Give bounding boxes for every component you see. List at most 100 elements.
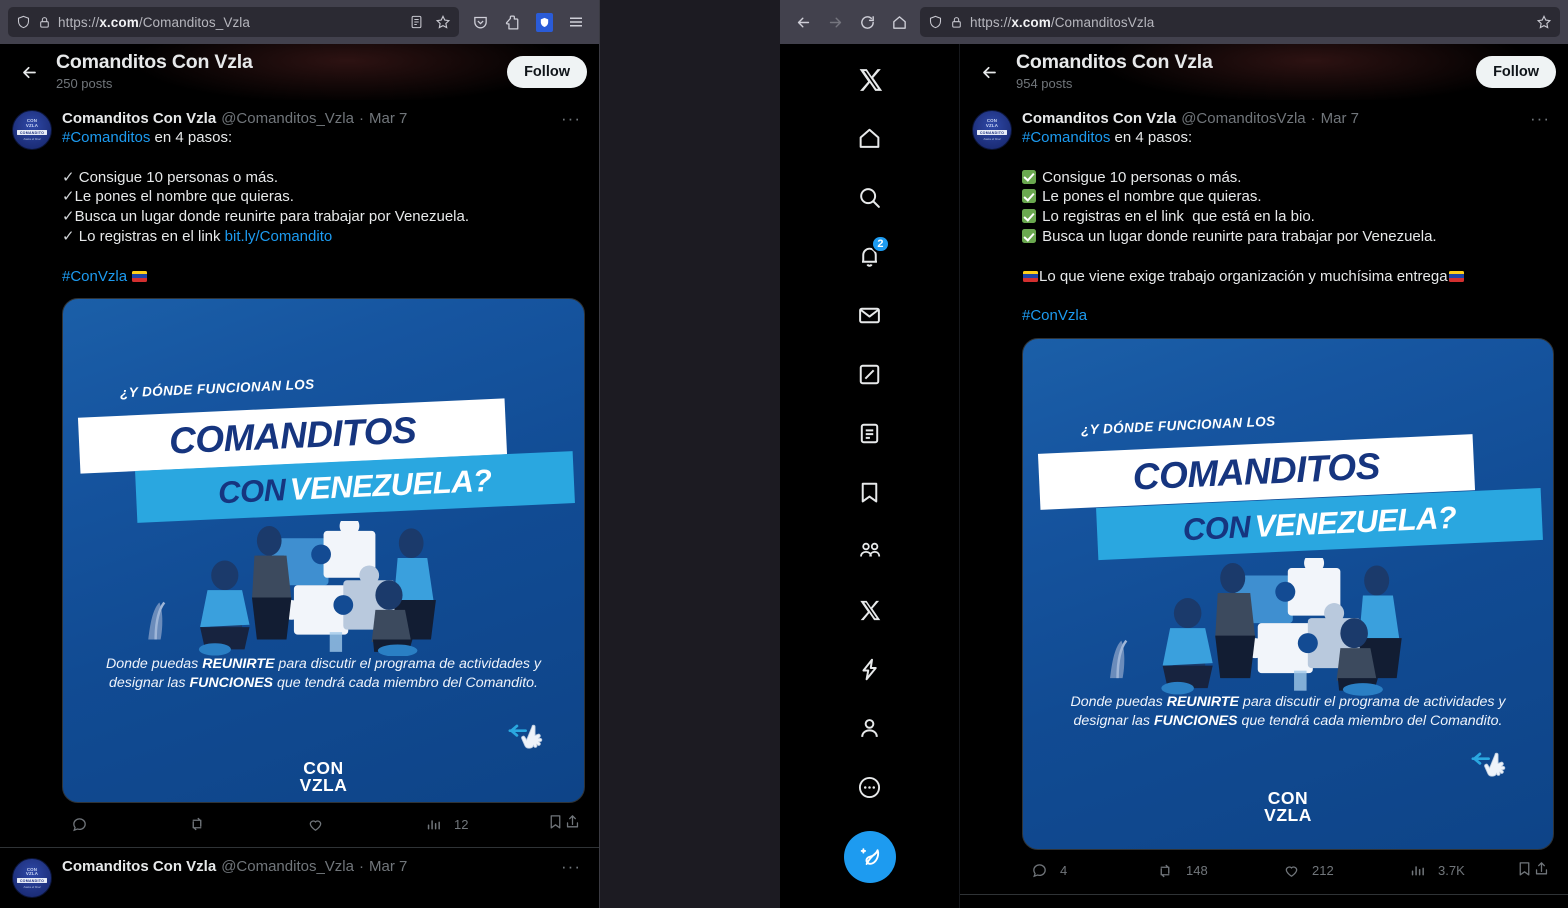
tweet-author-name[interactable]: Comanditos Con Vzla: [62, 110, 216, 127]
repost-action[interactable]: [182, 809, 300, 839]
repost-action[interactable]: 148: [1150, 856, 1276, 886]
poster-blurb-1: Donde puedas: [105, 656, 203, 673]
views-chart-icon[interactable]: [418, 809, 448, 839]
tweet-author-name[interactable]: Comanditos Con Vzla: [1022, 110, 1176, 127]
bookmark-icon[interactable]: [1516, 860, 1533, 882]
shield-icon[interactable]: [928, 14, 943, 30]
left-url-text[interactable]: https://x.com/Comanditos_Vzla: [58, 15, 402, 30]
hashtag-comanditos[interactable]: #Comanditos: [1022, 129, 1110, 146]
sidebar-item-profile[interactable]: [846, 705, 894, 753]
back-arrow-icon[interactable]: [12, 55, 46, 89]
right-url-bar[interactable]: https://x.com/ComanditosVzla: [920, 7, 1560, 37]
like-heart-icon[interactable]: [300, 809, 330, 839]
tweet-step-3: Busca un lugar donde reunirte para traba…: [74, 208, 470, 226]
poster-graphic: ¿Y DÓNDE FUNCIONAN LOS COMANDITOS CON VE…: [1023, 339, 1553, 849]
tweet-text: #Comanditos en 4 pasos: Consigue 10 pers…: [1022, 128, 1554, 326]
back-arrow-icon[interactable]: [788, 7, 818, 37]
sidebar-item-x-logo[interactable]: [846, 56, 894, 104]
repost-icon[interactable]: [1150, 856, 1180, 886]
sidebar-item-messages[interactable]: [846, 292, 894, 340]
green-check-icon: [1022, 228, 1036, 243]
tweet-author-name[interactable]: Comanditos Con Vzla: [62, 858, 216, 875]
tweet-article[interactable]: CON VZLA COMANDITO hasta el final Comandi…: [0, 100, 599, 849]
like-action[interactable]: 212: [1276, 856, 1402, 886]
more-options-icon[interactable]: ···: [557, 110, 585, 127]
views-action[interactable]: 3.7K: [1402, 856, 1516, 886]
lock-icon[interactable]: [38, 15, 51, 30]
lock-icon[interactable]: [950, 15, 963, 30]
tweet-date[interactable]: Mar 7: [1321, 110, 1359, 127]
extensions-icon[interactable]: [497, 7, 527, 37]
tweet-author-handle[interactable]: @Comanditos_Vzla: [221, 110, 354, 127]
share-icon[interactable]: [1533, 860, 1550, 882]
tweet-article[interactable]: CON VZLA COMANDITO hasta el final Comandi…: [960, 100, 1568, 895]
tweet-media-image[interactable]: ¿Y DÓNDE FUNCIONAN LOS COMANDITOS CON VE…: [62, 298, 585, 804]
poster-kicker: ¿Y DÓNDE FUNCIONAN LOS: [120, 376, 316, 401]
venezuela-flag-icon: [1023, 270, 1038, 282]
ublock-origin-shield-icon[interactable]: [529, 7, 559, 37]
poster-line-2-white: VENEZUELA?: [289, 463, 493, 508]
sidebar-item-premium[interactable]: [846, 587, 894, 635]
sidebar-item-lists[interactable]: [846, 410, 894, 458]
tweet-meta: Comanditos Con Vzla @Comanditos_Vzla · M…: [62, 858, 585, 875]
home-icon[interactable]: [884, 7, 914, 37]
tweet-step-link[interactable]: bit.ly/Comandito: [225, 228, 333, 245]
more-options-icon[interactable]: ···: [557, 858, 585, 875]
compose-post-button[interactable]: [843, 831, 896, 883]
back-arrow-icon[interactable]: [972, 55, 1006, 89]
logo-line-2: VZLA: [1264, 805, 1312, 826]
hashtag-convzla[interactable]: #ConVzla: [62, 268, 127, 285]
views-action[interactable]: 12: [418, 809, 547, 839]
poster-blurb-3: que tendrá cada miembro del Comandito.: [273, 675, 538, 692]
sidebar-item-grok[interactable]: [846, 351, 894, 399]
reply-icon[interactable]: [1024, 856, 1054, 886]
sidebar-item-communities[interactable]: [846, 528, 894, 576]
avatar[interactable]: CON VZLA COMANDITO hasta el final: [12, 110, 52, 150]
more-options-icon[interactable]: ···: [1526, 110, 1554, 127]
tweet-date[interactable]: Mar 7: [369, 858, 407, 875]
sidebar-item-notifications[interactable]: 2: [846, 233, 894, 281]
bookmark-star-icon[interactable]: [435, 14, 451, 30]
hand-pointer-icon: [508, 722, 548, 757]
sidebar-item-explore[interactable]: [846, 174, 894, 222]
reader-view-icon[interactable]: [409, 14, 424, 30]
share-icon[interactable]: [564, 813, 581, 835]
reply-action[interactable]: [64, 809, 182, 839]
like-action[interactable]: [300, 809, 418, 839]
tweet-author-handle[interactable]: @ComanditosVzla: [1181, 110, 1305, 127]
right-url-text[interactable]: https://x.com/ComanditosVzla: [970, 15, 1529, 30]
tweet-step-4: Busca un lugar donde reunirte para traba…: [1042, 227, 1437, 245]
avatar[interactable]: CON VZLA COMANDITO hasta el final: [972, 110, 1012, 150]
hamburger-menu-icon[interactable]: [561, 7, 591, 37]
tweet-step-1: Consigue 10 personas o más.: [1042, 168, 1242, 186]
reply-icon[interactable]: [64, 809, 94, 839]
tweet-separator: ·: [358, 858, 364, 876]
sidebar-item-bookmarks[interactable]: [846, 469, 894, 517]
green-check-icon: [1022, 209, 1036, 224]
views-chart-icon[interactable]: [1402, 856, 1432, 886]
shield-icon[interactable]: [16, 14, 31, 30]
sidebar-item-more[interactable]: [846, 764, 894, 812]
forward-arrow-icon[interactable]: [820, 7, 850, 37]
follow-button[interactable]: Follow: [1476, 56, 1556, 88]
reply-count: 4: [1060, 863, 1068, 879]
follow-button[interactable]: Follow: [507, 56, 587, 88]
sidebar-item-verified-orgs[interactable]: [846, 646, 894, 694]
hashtag-comanditos[interactable]: #Comanditos: [62, 129, 150, 146]
bookmark-icon[interactable]: [547, 813, 564, 835]
reload-icon[interactable]: [852, 7, 882, 37]
sidebar-item-home[interactable]: [846, 115, 894, 163]
repost-icon[interactable]: [182, 809, 212, 839]
tweet-media-image[interactable]: ¿Y DÓNDE FUNCIONAN LOS COMANDITOS CON VE…: [1022, 337, 1554, 850]
pocket-save-icon[interactable]: [465, 7, 495, 37]
tweet-date[interactable]: Mar 7: [369, 110, 407, 127]
reply-action[interactable]: 4: [1024, 856, 1150, 886]
like-heart-icon[interactable]: [1276, 856, 1306, 886]
bookmark-star-icon[interactable]: [1536, 14, 1552, 30]
poster-blurb-3: que tendrá cada miembro del Comandito.: [1237, 713, 1503, 730]
avatar[interactable]: CON VZLA COMANDITO hasta el final: [12, 858, 52, 899]
tweet-article[interactable]: CON VZLA COMANDITO hasta el final Comandi…: [0, 848, 599, 899]
hashtag-convzla[interactable]: #ConVzla: [1022, 307, 1087, 324]
left-url-bar[interactable]: https://x.com/Comanditos_Vzla: [8, 7, 459, 37]
tweet-author-handle[interactable]: @Comanditos_Vzla: [221, 858, 354, 875]
